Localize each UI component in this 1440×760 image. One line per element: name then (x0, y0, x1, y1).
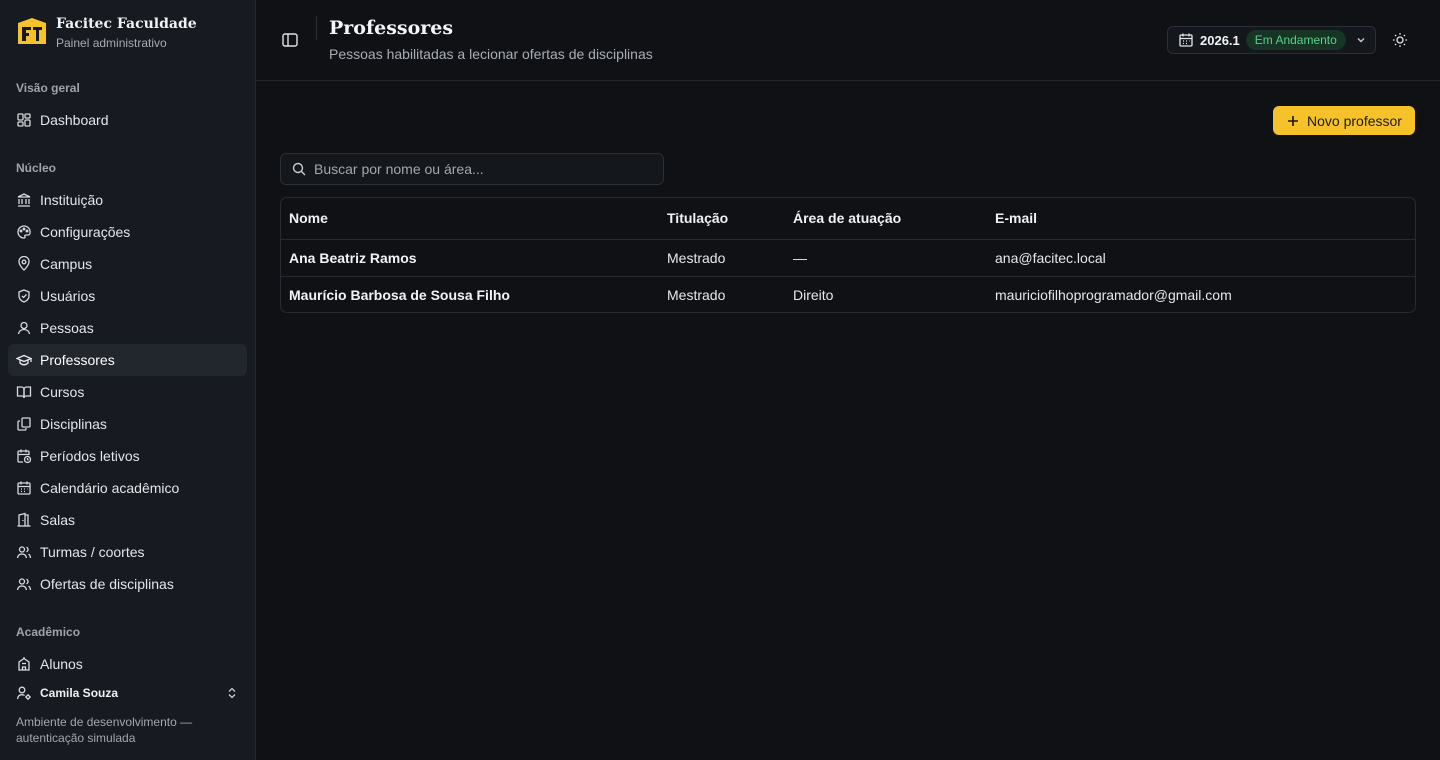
period-selector[interactable]: 2026.1 Em Andamento (1167, 26, 1376, 54)
sidebar-item-dashboard[interactable]: Dashboard (8, 104, 247, 136)
cell-titulacao: Mestrado (667, 249, 726, 266)
map-pin-icon (16, 256, 32, 272)
column-header-email[interactable]: E-mail (987, 198, 1415, 239)
new-professor-label: Novo professor (1307, 112, 1402, 129)
page-subtitle: Pessoas habilitadas a lecionar ofertas d… (329, 46, 653, 62)
cell-area: — (793, 249, 807, 266)
shield-icon (16, 288, 32, 304)
cell-nome: Maurício Barbosa de Sousa Filho (289, 286, 510, 303)
sidebar-item-label: Períodos letivos (40, 448, 140, 464)
sidebar-item-label: Instituição (40, 192, 104, 208)
user-cog-icon (16, 685, 32, 701)
sidebar-item-campus[interactable]: Campus (8, 248, 247, 280)
sun-icon[interactable] (1390, 30, 1410, 50)
sidebar-item-label: Disciplinas (40, 416, 107, 432)
header-divider (316, 16, 317, 40)
cell-titulacao: Mestrado (667, 286, 726, 303)
user-name: Camila Souza (40, 686, 119, 700)
sidebar-item-instituicao[interactable]: Instituição (8, 184, 247, 216)
calendar-icon (16, 480, 32, 496)
cell-email: ana@facitec.local (995, 249, 1106, 266)
table-row[interactable]: Maurício Barbosa de Sousa Filho Mestrado… (281, 276, 1415, 312)
school-icon (16, 656, 32, 672)
sidebar-item-label: Campus (40, 256, 93, 272)
table-header-row: Nome Titulação Área de atuação E-mail (281, 198, 1415, 239)
sidebar-item-label: Configurações (40, 224, 131, 240)
graduation-cap-icon (16, 352, 32, 368)
sidebar-item-label: Ofertas de disciplinas (40, 576, 174, 592)
sidebar-item-label: Turmas / coortes (40, 544, 145, 560)
sidebar-item-label: Cursos (40, 384, 85, 400)
cell-nome: Ana Beatriz Ramos (289, 249, 417, 266)
landmark-icon (16, 192, 32, 208)
grid-icon (16, 112, 32, 128)
professors-table: Nome Titulação Área de atuação E-mail An… (280, 197, 1416, 313)
brand-name: Facitec Faculdade (56, 16, 197, 32)
column-header-area[interactable]: Área de atuação (785, 198, 987, 239)
column-header-nome[interactable]: Nome (281, 198, 659, 239)
user-menu[interactable]: Camila Souza (8, 680, 247, 706)
sidebar-item-alunos[interactable]: Alunos (8, 648, 247, 680)
sidebar-item-ofertas-de-disciplinas[interactable]: Ofertas de disciplinas (8, 568, 247, 600)
section-label-visao-geral: Visão geral (16, 81, 80, 95)
sidebar: Facitec Faculdade Painel administrativo … (0, 0, 256, 760)
users-icon (16, 576, 32, 592)
sidebar-item-label: Dashboard (40, 112, 109, 128)
status-badge: Em Andamento (1245, 30, 1346, 50)
chevron-down-icon (1354, 33, 1368, 47)
chevrons-up-down-icon (225, 686, 239, 700)
sidebar-item-disciplinas[interactable]: Disciplinas (8, 408, 247, 440)
brand[interactable]: Facitec Faculdade Painel administrativo (16, 14, 197, 51)
cell-area: Direito (793, 286, 834, 303)
search-input[interactable] (314, 161, 663, 177)
new-professor-button[interactable]: Novo professor (1273, 106, 1415, 135)
sidebar-toggle-icon[interactable] (280, 30, 300, 50)
table-row[interactable]: Ana Beatriz Ramos Mestrado — ana@facitec… (281, 239, 1415, 276)
section-label-nucleo: Núcleo (16, 161, 57, 175)
book-open-icon (16, 384, 32, 400)
sidebar-item-turmas-coortes[interactable]: Turmas / coortes (8, 536, 247, 568)
sidebar-item-label: Pessoas (40, 320, 94, 336)
users-icon (16, 544, 32, 560)
door-icon (16, 512, 32, 528)
plus-icon (1286, 114, 1300, 128)
sidebar-item-label: Calendário acadêmico (40, 480, 180, 496)
sidebar-item-periodos-letivos[interactable]: Períodos letivos (8, 440, 247, 472)
search-box[interactable] (280, 153, 664, 185)
sidebar-item-label: Salas (40, 512, 76, 528)
sidebar-item-pessoas[interactable]: Pessoas (8, 312, 247, 344)
search-icon (291, 161, 307, 177)
sidebar-item-label: Alunos (40, 656, 83, 672)
sidebar-item-salas[interactable]: Salas (8, 504, 247, 536)
sidebar-item-label: Usuários (40, 288, 96, 304)
calendar-icon (1178, 32, 1194, 48)
topbar: Professores Pessoas habilitadas a lecion… (256, 0, 1440, 81)
sidebar-item-usuarios[interactable]: Usuários (8, 280, 247, 312)
palette-icon (16, 224, 32, 240)
sidebar-item-configuracoes[interactable]: Configurações (8, 216, 247, 248)
facitec-logo-icon (16, 16, 48, 48)
sidebar-item-calendario-academico[interactable]: Calendário acadêmico (8, 472, 247, 504)
brand-subtitle: Painel administrativo (56, 36, 167, 50)
page-title: Professores (329, 17, 454, 39)
user-icon (16, 320, 32, 336)
sidebar-item-cursos[interactable]: Cursos (8, 376, 247, 408)
sidebar-item-professores[interactable]: Professores (8, 344, 247, 376)
calendar-clock-icon (16, 448, 32, 464)
files-icon (16, 416, 32, 432)
section-label-academico: Acadêmico (16, 625, 81, 639)
period-label: 2026.1 (1200, 32, 1240, 48)
cell-email: mauriciofilhoprogramador@gmail.com (995, 286, 1232, 303)
sidebar-item-label: Professores (40, 352, 115, 368)
column-header-titulacao[interactable]: Titulação (659, 198, 785, 239)
environment-note: Ambiente de desenvolvimento — autenticaç… (16, 715, 193, 745)
